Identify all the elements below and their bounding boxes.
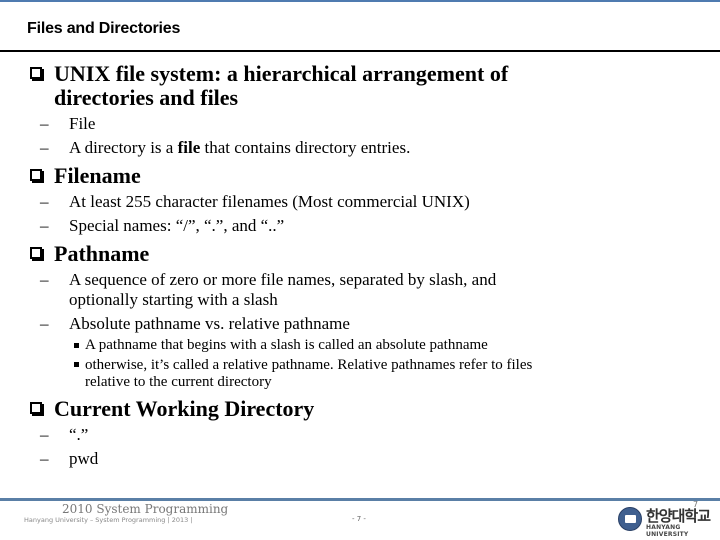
section-current-working-directory: Current Working Directory – “.” – pwd xyxy=(30,397,710,471)
dash-bullet-icon: – xyxy=(40,425,49,444)
dash-bullet-icon: – xyxy=(40,449,49,468)
section-pathname: Pathname – A sequence of zero or more fi… xyxy=(30,242,710,391)
list-item-text: A sequence of zero or more file names, s… xyxy=(69,268,710,312)
section-heading: Filename xyxy=(30,164,710,188)
list-item-text: Special names: “/”, “.”, and “..” xyxy=(69,216,285,235)
footer-course-title: 2010 System Programming xyxy=(62,502,229,516)
footer-subtitle: Hanyang University – System Programming … xyxy=(24,516,193,524)
dash-bullet-icon: – xyxy=(40,270,49,289)
list-item: – Special names: “/”, “.”, and “..” xyxy=(30,214,710,238)
list-item-line-1: A sequence of zero or more file names, s… xyxy=(69,270,497,289)
top-accent-bar xyxy=(0,0,720,2)
square-bullet-icon xyxy=(74,362,79,367)
square-bullet-icon xyxy=(74,343,79,348)
list-item: – File xyxy=(30,112,710,136)
section-heading: Pathname xyxy=(30,242,710,266)
list-item-text: At least 255 character filenames (Most c… xyxy=(69,192,470,211)
list-item-text: Absolute pathname vs. relative pathname xyxy=(69,314,350,333)
list-item: – Absolute pathname vs. relative pathnam… xyxy=(30,312,710,336)
sub-list-item: A pathname that begins with a slash is c… xyxy=(30,336,710,355)
list-item-text-bold: file xyxy=(177,138,201,157)
heading-line-1: UNIX file system: a hierarchical arrange… xyxy=(54,61,509,86)
checkbox-bullet-icon xyxy=(30,247,42,259)
page-number-center: - 7 - xyxy=(352,515,366,523)
heading-text: Pathname xyxy=(54,241,150,266)
heading-line-2: directories and files xyxy=(54,85,239,110)
university-logo: 한양대학교 HANYANG UNIVERSITY xyxy=(618,505,718,538)
checkbox-bullet-icon xyxy=(30,169,42,181)
list-item: – A directory is a file that contains di… xyxy=(30,136,710,160)
checkbox-bullet-icon xyxy=(30,67,42,79)
section-filename: Filename – At least 255 character filena… xyxy=(30,164,710,238)
logo-english-text: HANYANG UNIVERSITY xyxy=(646,524,689,538)
slide-content: UNIX file system: a hierarchical arrange… xyxy=(30,60,710,471)
dash-bullet-icon: – xyxy=(40,192,49,211)
list-item: – pwd xyxy=(30,447,710,471)
slide-title: Files and Directories xyxy=(27,20,181,37)
list-item-text: pwd xyxy=(69,449,99,468)
dash-bullet-icon: – xyxy=(40,314,49,333)
checkbox-bullet-icon xyxy=(30,402,42,414)
heading-text: Current Working Directory xyxy=(54,396,315,421)
logo-korean-text: 한양대학교 xyxy=(646,507,711,525)
dash-bullet-icon: – xyxy=(40,114,49,133)
university-seal-icon xyxy=(618,507,642,531)
list-item-text-post: that contains directory entries. xyxy=(200,138,411,157)
sub-list-item-text: A pathname that begins with a slash is c… xyxy=(85,337,488,353)
list-item-text-pre: A directory is a xyxy=(69,138,178,157)
page-number-right: 7 xyxy=(693,500,699,509)
section-unix-file-system: UNIX file system: a hierarchical arrange… xyxy=(30,62,710,160)
list-item-text: “.” xyxy=(69,425,89,444)
heading-text: Filename xyxy=(54,163,141,188)
list-item: – “.” xyxy=(30,423,710,447)
list-item: – A sequence of zero or more file names,… xyxy=(30,268,710,312)
list-item: – At least 255 character filenames (Most… xyxy=(30,190,710,214)
dash-bullet-icon: – xyxy=(40,216,49,235)
sub-list-item-line-2: relative to the current directory xyxy=(85,374,272,390)
footer-accent-bar xyxy=(0,498,720,501)
list-item-text: File xyxy=(69,114,96,133)
section-heading: Current Working Directory xyxy=(30,397,710,421)
section-heading: UNIX file system: a hierarchical arrange… xyxy=(30,62,710,110)
sub-list-item-line-1: otherwise, it’s called a relative pathna… xyxy=(85,357,533,373)
dash-bullet-icon: – xyxy=(40,138,49,157)
list-item-line-2: optionally starting with a slash xyxy=(69,290,278,309)
title-divider xyxy=(0,50,720,52)
sub-list-item: otherwise, it’s called a relative pathna… xyxy=(30,355,710,391)
